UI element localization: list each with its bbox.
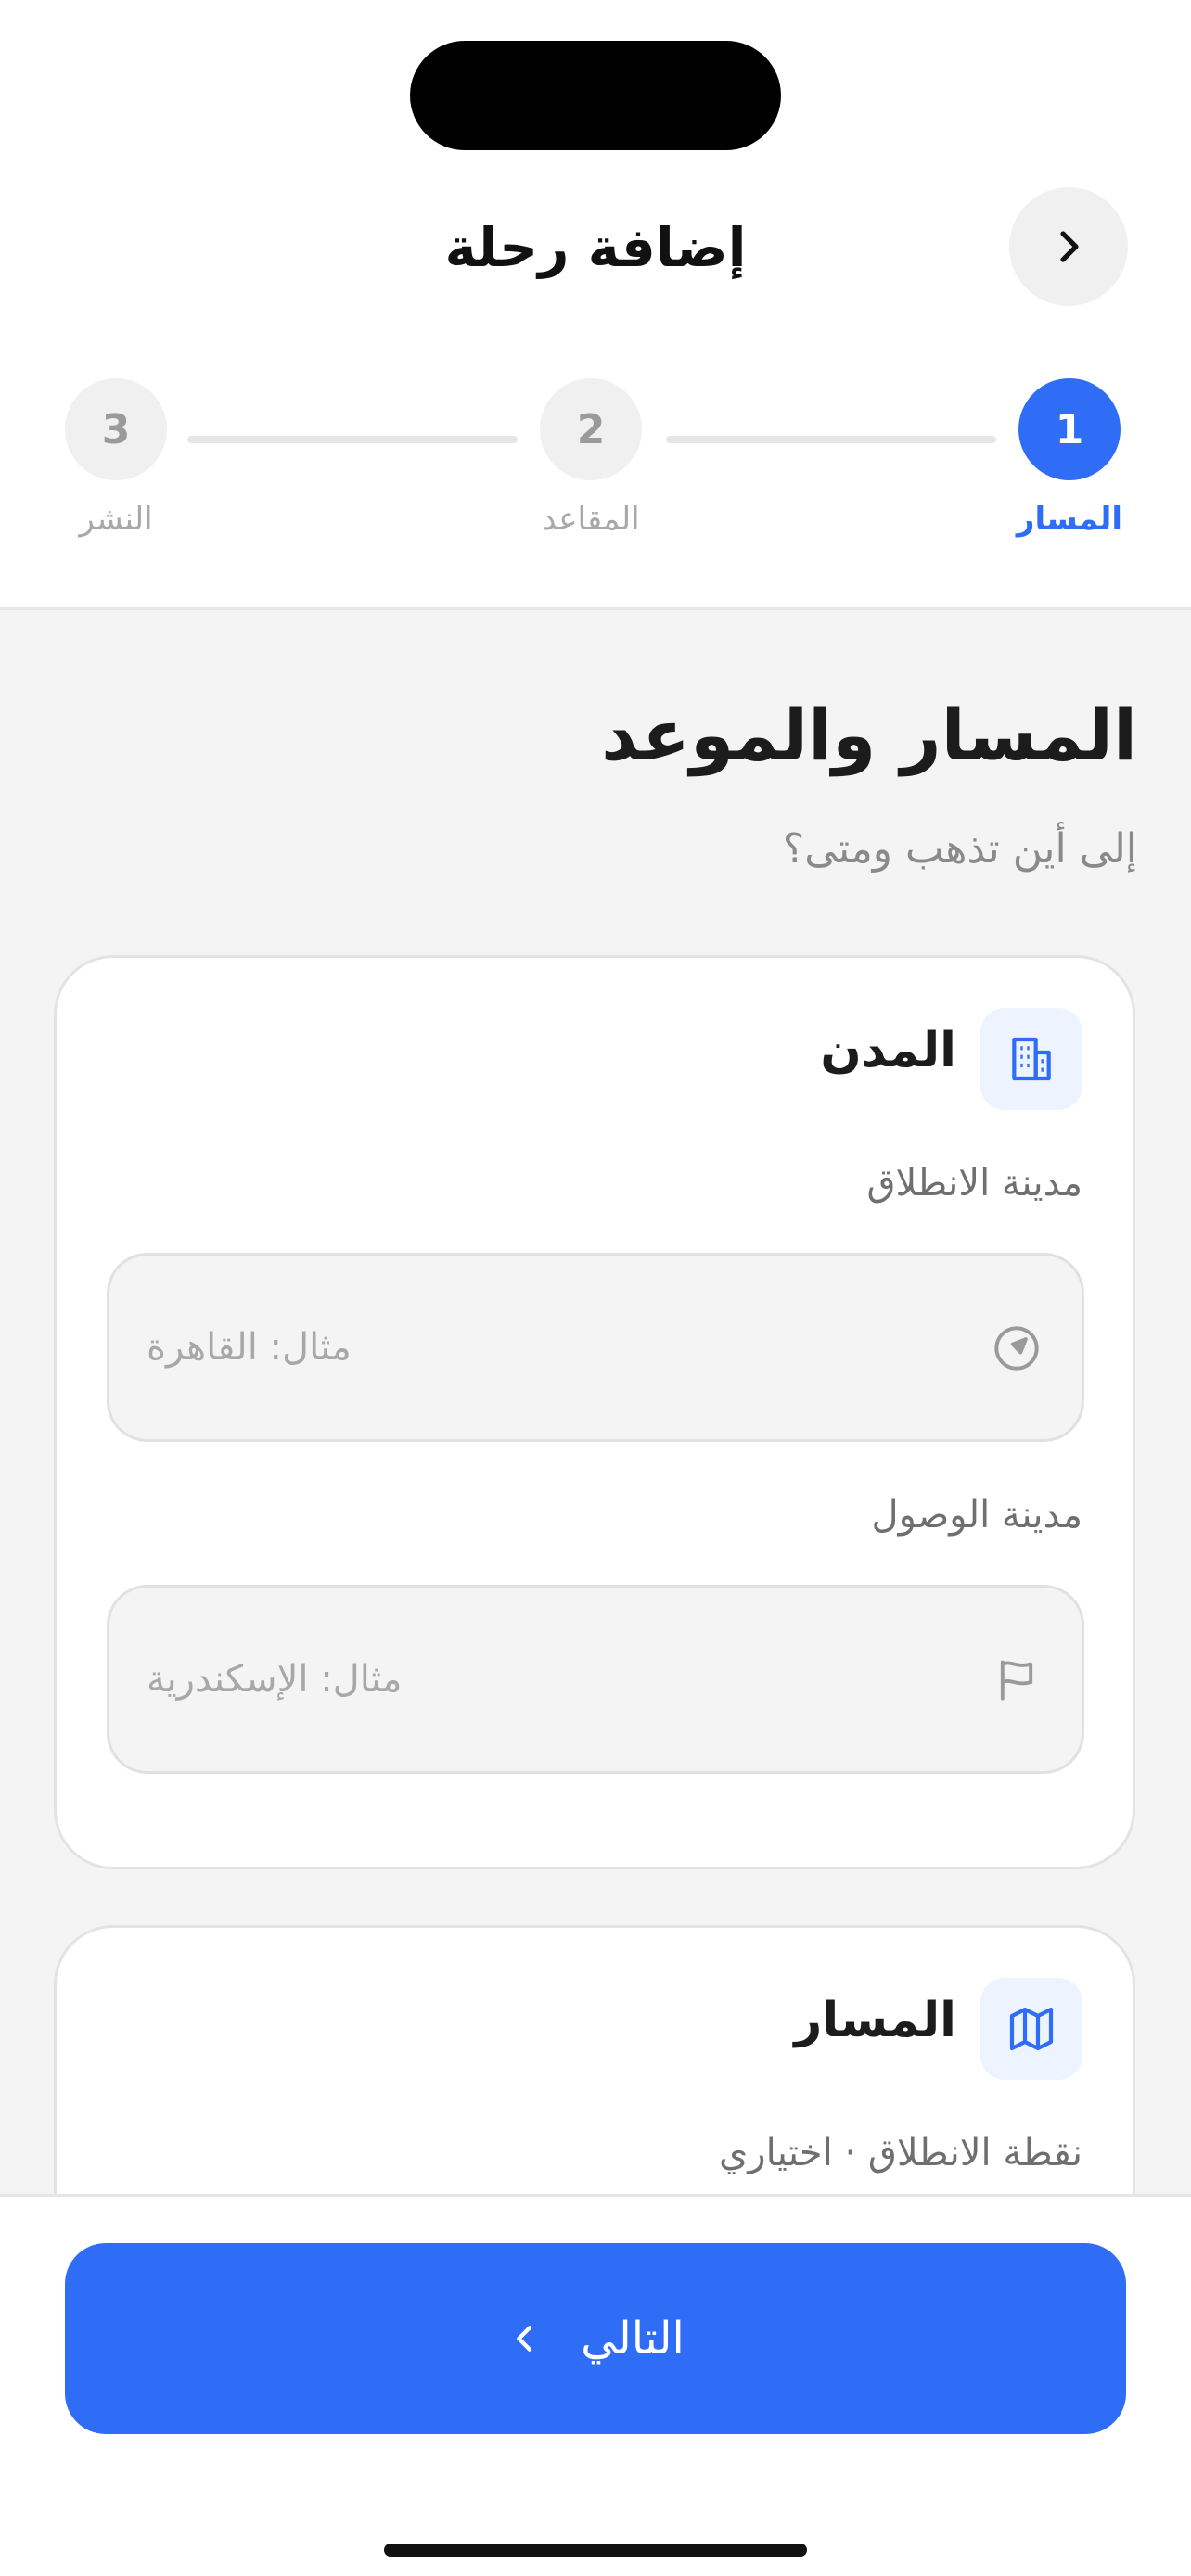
route-icon-badge (980, 1978, 1082, 2080)
step-2-circle[interactable]: 2 (540, 378, 642, 480)
section-subtitle: إلى أين تذهب ومتى؟ (782, 825, 1137, 873)
content-area[interactable]: المسار والموعد إلى أين تذهب ومتى؟ المدن … (0, 610, 1191, 2196)
step-connector-2-3 (187, 436, 518, 443)
add-trip-screen: إضافة رحلة 1 2 3 المسار المقاعد النشر ال… (0, 0, 1191, 2576)
step-connector-1-2 (666, 436, 996, 443)
dynamic-island (410, 41, 781, 150)
departure-city-field[interactable] (107, 1253, 1084, 1442)
flag-icon (992, 1656, 1041, 1704)
cities-card: المدن مدينة الانطلاق مدينة الوصول (54, 955, 1135, 1869)
chevron-right-icon (1060, 231, 1079, 262)
step-2-label: المقاعد (542, 501, 640, 538)
building-icon (1012, 1037, 1051, 1081)
cities-card-title: المدن (820, 1023, 956, 1078)
cities-icon-badge (980, 1008, 1082, 1110)
step-3-circle[interactable]: 3 (65, 378, 167, 480)
step-1-label: المسار (1016, 501, 1123, 538)
next-button[interactable]: التالي (65, 2243, 1126, 2434)
departure-city-label: مدينة الانطلاق (866, 1162, 1082, 1205)
step-3-label: النشر (79, 501, 153, 538)
departure-city-input[interactable] (147, 1256, 963, 1439)
navigation-arrow-icon (992, 1324, 1041, 1372)
page-title: إضافة رحلة (444, 216, 747, 279)
arrival-city-label: مدينة الوصول (871, 1494, 1082, 1537)
step-1-circle[interactable]: 1 (1018, 378, 1121, 480)
header: إضافة رحلة 1 2 3 المسار المقاعد النشر (0, 0, 1191, 610)
route-card: المسار نقطة الانطلاق · اختياري (54, 1925, 1135, 2196)
home-indicator (384, 2544, 807, 2557)
arrival-city-input[interactable] (147, 1588, 963, 1771)
route-card-title: المسار (794, 1993, 956, 2048)
arrival-city-field[interactable] (107, 1585, 1084, 1774)
section-title: المسار والموعد (601, 694, 1137, 776)
start-point-label: نقطة الانطلاق · اختياري (718, 2132, 1082, 2174)
map-icon (1009, 2007, 1054, 2051)
bottom-bar: التالي (0, 2194, 1191, 2576)
next-button-label: التالي (581, 2313, 685, 2365)
back-button[interactable] (1009, 187, 1128, 306)
chevron-left-icon (517, 2326, 532, 2352)
